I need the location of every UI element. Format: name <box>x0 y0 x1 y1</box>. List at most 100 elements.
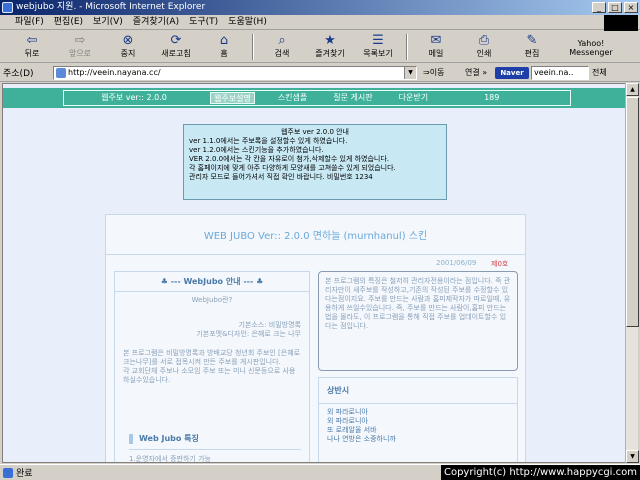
right-body: 외 파라로니아 외 파라로니아 또 로레알울 서바 나나 연방은 소중하니까 <box>319 404 517 448</box>
yahoo-messenger-label: Yahoo! Messenger <box>569 39 613 57</box>
toolbar-separator <box>406 34 408 60</box>
address-dropdown-icon[interactable]: ▼ <box>404 66 416 79</box>
address-label: 주소(D) <box>3 69 34 79</box>
maximize-button[interactable]: □ <box>608 2 622 13</box>
info-line: VER 2.0.0에서는 각 칸을 자유로이 첨가,삭제할수 있게 하였습니다. <box>189 155 390 163</box>
close-button[interactable]: × <box>624 2 638 13</box>
nav-description[interactable]: 웹주보설명 <box>210 92 255 104</box>
status-bar: 완료 Copyright(c) http://www.happycgi.com <box>0 464 640 480</box>
naver-toolbar-logo[interactable]: Naver <box>495 66 529 79</box>
print-icon: ⎙ <box>478 33 490 48</box>
site-nav-inner: 웹주보 ver:: 2.0.0 웹주보설명 스킨샘플 질문 게시판 다운받기 1… <box>63 90 571 106</box>
vertical-scrollbar[interactable]: ▲ ▼ <box>625 83 639 463</box>
right-heading: 상반시 <box>319 378 517 404</box>
scroll-up-icon[interactable]: ▲ <box>626 83 639 96</box>
forward-arrow-icon: ⇨ <box>74 33 86 48</box>
edit-label: 편집 <box>524 49 540 58</box>
back-button[interactable]: ⇦ 뒤로 <box>8 31 56 63</box>
forward-label: 앞으로 <box>68 49 92 58</box>
window-controls: _ □ × <box>592 2 638 13</box>
ie-icon <box>2 2 13 13</box>
left-question: WebJubo란? <box>191 296 233 304</box>
print-button[interactable]: ⎙ 인쇄 <box>460 31 508 63</box>
links-button[interactable]: 연결 » <box>465 67 495 78</box>
menu-tools[interactable]: 도구(T) <box>184 15 223 29</box>
page-viewport: 웹주보 ver:: 2.0.0 웹주보설명 스킨샘플 질문 게시판 다운받기 1… <box>2 83 626 463</box>
address-bar: 주소(D) ▼ ⇒이동 연결 » Naver 전체 <box>0 64 640 82</box>
favorites-button[interactable]: ★ 즐겨찾기 <box>306 31 354 63</box>
edit-button[interactable]: ✎ 편집 <box>508 31 556 63</box>
address-field[interactable]: ▼ <box>53 65 417 80</box>
poem-line: 또 로레알울 서바 <box>327 426 377 434</box>
nav-question-board[interactable]: 질문 게시판 <box>330 92 375 104</box>
minimize-button[interactable]: _ <box>592 2 606 13</box>
menu-favorites[interactable]: 즐겨찾기(A) <box>128 15 184 29</box>
scroll-thumb[interactable] <box>626 97 639 327</box>
scroll-down-icon[interactable]: ▼ <box>626 450 639 463</box>
go-button[interactable]: ⇒이동 <box>423 67 461 78</box>
naver-search-field[interactable] <box>531 65 589 80</box>
info-line: ver 1.1.0에서는 주보록을 설정할수 있게 하였습니다. <box>189 137 348 145</box>
right-column: 본 프로그램의 특징은 철저히 관리자전용이라는 점입니다. 즉 관리자만이 새… <box>318 271 518 462</box>
nav-home-title[interactable]: 웹주보 ver:: 2.0.0 <box>64 92 204 104</box>
window-title-bar: webjubo 지원. - Microsoft Internet Explore… <box>0 0 640 15</box>
address-input[interactable] <box>68 66 398 79</box>
home-icon: ⌂ <box>219 33 229 48</box>
left-credit: 기본소스: 비밀방명록 <box>238 321 301 329</box>
menu-edit[interactable]: 편집(E) <box>49 15 88 29</box>
toolbar-separator <box>252 34 254 60</box>
left-credit: 기본포멧&디자인: 은혜로 크는 나무 <box>196 330 301 338</box>
mail-label: 메일 <box>428 49 444 58</box>
stop-label: 중지 <box>120 49 136 58</box>
refresh-button[interactable]: ⟳ 새로고침 <box>152 31 200 63</box>
menu-help[interactable]: 도움말(H) <box>223 15 272 29</box>
home-button[interactable]: ⌂ 홈 <box>200 31 248 63</box>
search-button[interactable]: ⌕ 검색 <box>258 31 306 63</box>
info-line: 관리자 모드로 들어가셔서 직접 확인 바랍니다. 비밀번호 1234 <box>189 173 373 181</box>
print-label: 인쇄 <box>476 49 492 58</box>
toolbar: ⇦ 뒤로 ⇨ 앞으로 ⊗ 중지 ⟳ 새로고침 ⌂ 홈 ⌕ 검색 ★ 즐겨찾기 ☰… <box>0 31 640 63</box>
poem-line: 외 파라로니아 <box>327 408 368 416</box>
menu-view[interactable]: 보기(V) <box>88 15 128 29</box>
mail-button[interactable]: ✉ 메일 <box>412 31 460 63</box>
search-label: 검색 <box>274 49 290 58</box>
info-line: 각 홈페이지에 맞게 아주 다양하게 모양새를 고쳐쓸수 있게 되었습니다. <box>189 164 396 172</box>
home-label: 홈 <box>220 49 228 58</box>
left-paragraph: 각 교회단체 주보나 소모임 주보 또는 미니 신문등으로 사용하실수있습니다. <box>123 367 296 384</box>
stop-button[interactable]: ⊗ 중지 <box>104 31 152 63</box>
left-column: ♣ --- WebJubo 안내 --- ♣ WebJubo란? 기본소스: 비… <box>114 271 310 463</box>
history-button[interactable]: ☰ 목록보기 <box>354 31 402 63</box>
refresh-label: 새로고침 <box>161 49 191 58</box>
site-nav-bar: 웹주보 ver:: 2.0.0 웹주보설명 스킨샘플 질문 게시판 다운받기 1… <box>3 88 625 108</box>
nav-download[interactable]: 다운받기 <box>396 92 431 104</box>
card-issue-number: 제0호 <box>491 260 509 268</box>
search-icon: ⌕ <box>278 33 286 48</box>
stop-icon: ⊗ <box>122 33 134 48</box>
search-all-button[interactable]: 전체 <box>592 67 607 78</box>
menu-bar: 파일(F) 편집(E) 보기(V) 즐겨찾기(A) 도구(T) 도움말(H) <box>0 15 640 30</box>
poem-line: 외 파라로니아 <box>327 417 368 425</box>
jubo-card: WEB JUBO Ver:: 2.0.0 면하늘 (murnhanul) 스킨 … <box>105 214 526 463</box>
poem-line: 나나 연방은 소중하니까 <box>327 435 396 443</box>
yahoo-messenger-button[interactable]: Yahoo! Messenger <box>556 31 626 63</box>
naver-search-input[interactable] <box>532 66 588 79</box>
page-icon <box>56 67 66 78</box>
back-arrow-icon: ⇦ <box>26 33 38 48</box>
back-label: 뒤로 <box>24 49 40 58</box>
status-page-icon <box>3 467 13 478</box>
menu-file[interactable]: 파일(F) <box>10 15 49 29</box>
copyright-banner: Copyright(c) http://www.happycgi.com <box>440 465 640 480</box>
card-date: 2001/06/09 <box>436 259 477 267</box>
mail-icon: ✉ <box>430 33 442 48</box>
right-feature-box: 본 프로그램의 특징은 철저히 관리자전용이라는 점입니다. 즉 관리자만이 새… <box>318 271 518 371</box>
status-text: 완료 <box>16 469 33 479</box>
left-sub-heading: Web Jubo 특징 <box>129 428 301 450</box>
left-paragraph: 본 프로그램은 비밀방명록과 방배교당 청년회 주보인 [은혜로 크는나무]를 … <box>123 349 301 366</box>
right-poem-box: 상반시 외 파라로니아 외 파라로니아 또 로레알울 서바 나나 연방은 소중하… <box>318 377 518 462</box>
refresh-icon: ⟳ <box>170 33 182 48</box>
left-sub-text: 1.운영자에서 증판하기 가능 <box>129 455 211 463</box>
favorites-icon: ★ <box>324 33 336 48</box>
nav-visitor-count: 189 <box>484 93 500 102</box>
nav-skin-samples[interactable]: 스킨샘플 <box>275 92 310 104</box>
forward-button[interactable]: ⇨ 앞으로 <box>56 31 104 63</box>
